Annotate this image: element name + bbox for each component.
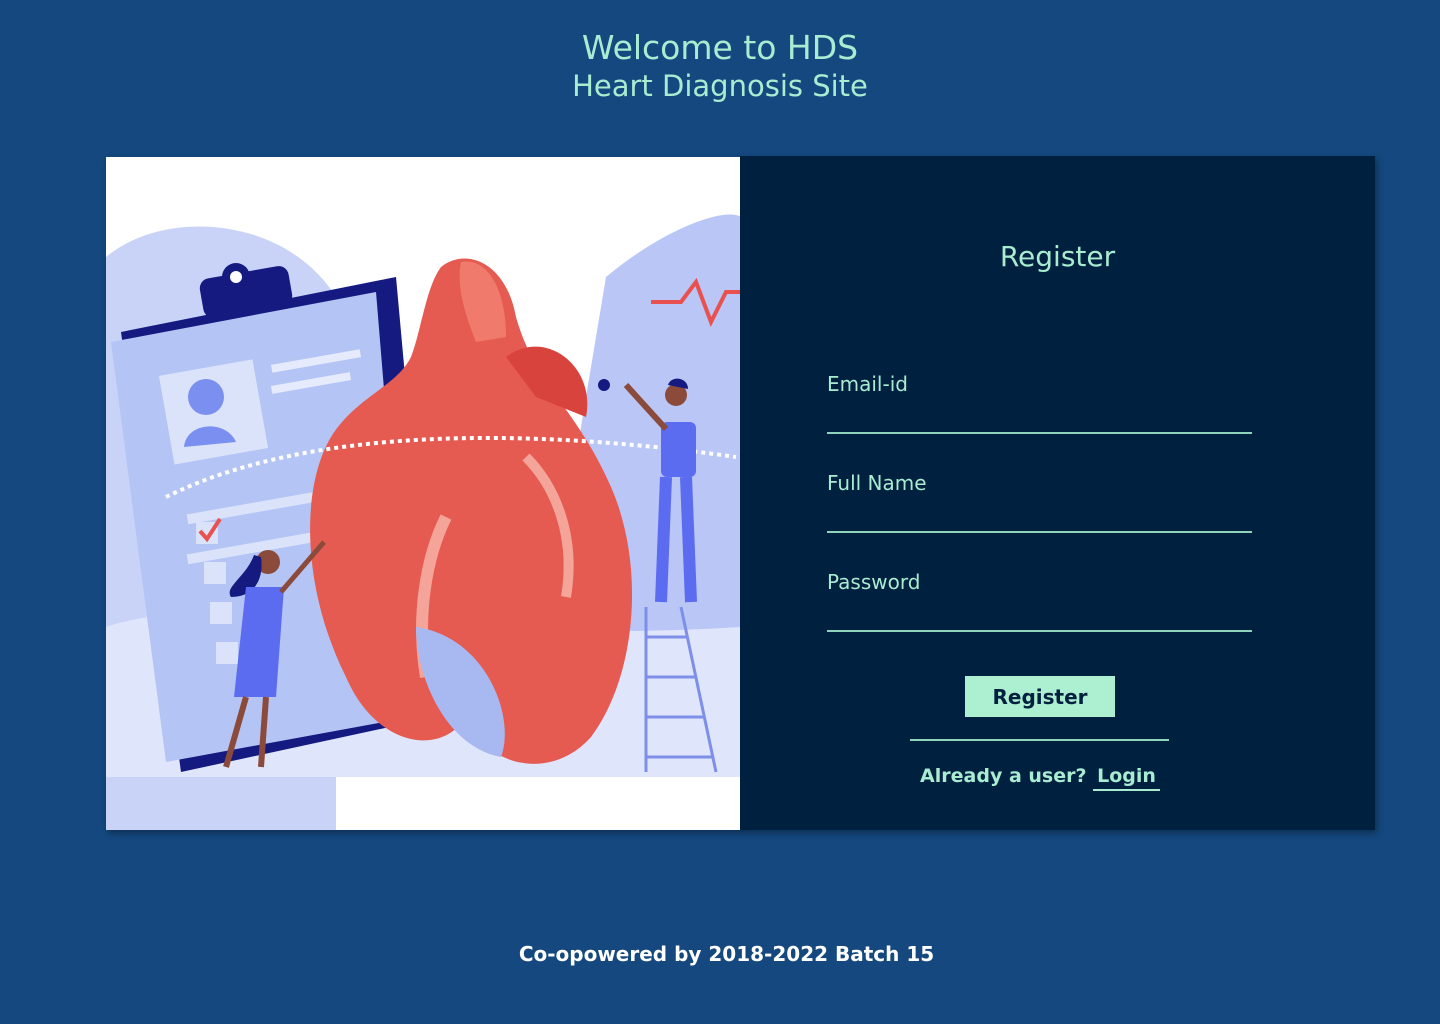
heart-illustration-icon [106, 214, 741, 830]
login-link[interactable]: Login [1093, 765, 1160, 791]
register-card: Register Email-id Full Name Password Reg… [106, 156, 1375, 830]
password-label: Password [827, 570, 921, 594]
email-field-group: Email-id [827, 372, 1252, 434]
page-header: Welcome to HDS Heart Diagnosis Site [0, 28, 1440, 104]
page-title: Welcome to HDS [581, 28, 859, 67]
register-title: Register [999, 240, 1116, 273]
page-subtitle: Heart Diagnosis Site [572, 69, 868, 103]
email-input[interactable] [827, 406, 1252, 434]
divider [910, 739, 1169, 741]
login-prompt-text: Already a user? [920, 765, 1087, 787]
heart-diagnosis-illustration [106, 157, 741, 830]
full-name-label: Full Name [827, 471, 927, 495]
full-name-input[interactable] [827, 505, 1252, 533]
full-name-field-group: Full Name [827, 471, 1252, 533]
email-label: Email-id [827, 372, 908, 396]
password-field-group: Password [827, 570, 1252, 632]
login-prompt-line: Already a user? Login [740, 765, 1340, 791]
register-panel: Register Email-id Full Name Password Reg… [740, 156, 1375, 830]
password-input[interactable] [827, 604, 1252, 632]
footer-text: Co-opowered by 2018-2022 Batch 15 [518, 942, 935, 966]
register-button[interactable]: Register [965, 676, 1115, 717]
